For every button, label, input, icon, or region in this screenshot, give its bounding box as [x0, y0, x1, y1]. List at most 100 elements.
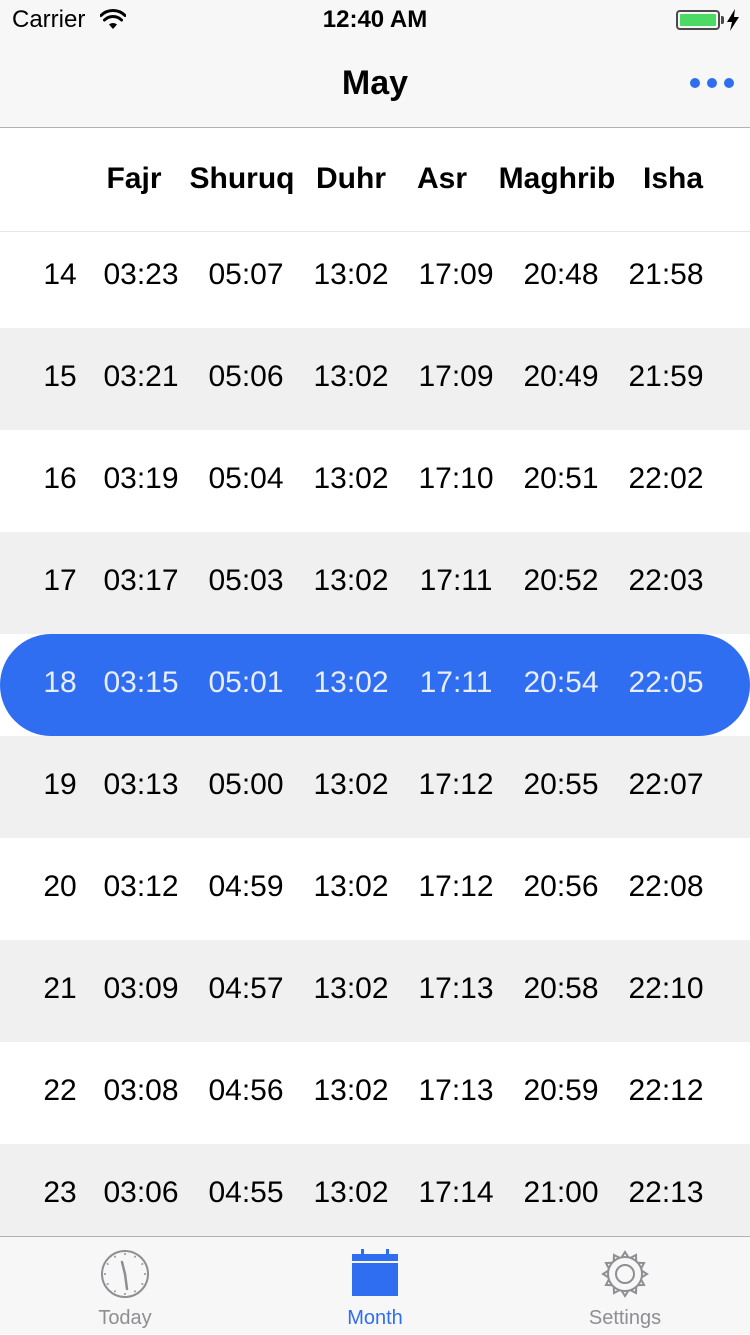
tab-label: Month — [347, 1307, 403, 1329]
time-shuruq: 05:03 — [208, 564, 284, 597]
gear-icon — [600, 1249, 650, 1299]
day-number: 17 — [43, 564, 77, 597]
time-asr: 17:09 — [418, 360, 494, 393]
time-asr: 17:11 — [419, 666, 493, 699]
time-maghrib: 20:49 — [523, 360, 599, 393]
time-duhr: 13:02 — [313, 666, 389, 699]
time-maghrib: 20:48 — [523, 258, 599, 291]
time-isha: 22:02 — [628, 462, 704, 495]
status-time: 12:40 AM — [322, 6, 428, 33]
table-row[interactable]: 20 03:12 04:59 13:02 17:12 20:56 22:08 — [0, 838, 750, 940]
time-duhr: 13:02 — [313, 972, 389, 1005]
day-number: 23 — [43, 1176, 77, 1209]
day-number: 21 — [43, 972, 77, 1005]
time-isha: 22:03 — [628, 564, 704, 597]
tab-label: Today — [98, 1307, 152, 1329]
time-asr: 17:14 — [418, 1176, 494, 1209]
table-row[interactable]: 14 03:23 05:07 13:02 17:09 20:48 21:58 — [0, 226, 750, 328]
time-shuruq: 05:01 — [208, 666, 284, 699]
tab-today[interactable]: Today — [0, 1237, 250, 1335]
table-row-selected[interactable]: 18 03:15 05:01 13:02 17:11 20:54 22:05 — [0, 634, 750, 736]
table-row[interactable]: 23 03:06 04:55 13:02 17:14 21:00 22:13 — [0, 1144, 750, 1236]
time-duhr: 13:02 — [313, 462, 389, 495]
time-duhr: 13:02 — [313, 564, 389, 597]
time-shuruq: 05:07 — [208, 258, 284, 291]
time-asr: 17:12 — [418, 870, 494, 903]
tab-label: Settings — [588, 1307, 662, 1329]
time-fajr: 03:09 — [103, 972, 179, 1005]
time-isha: 22:13 — [628, 1176, 704, 1209]
day-number: 16 — [43, 462, 77, 495]
time-shuruq: 04:57 — [208, 972, 284, 1005]
column-header: Fajr Shuruq Duhr Asr Maghrib Isha — [0, 128, 750, 232]
time-maghrib: 20:59 — [523, 1074, 599, 1107]
time-asr: 17:11 — [419, 564, 493, 597]
column-header-maghrib: Maghrib — [498, 162, 616, 195]
time-isha: 21:58 — [628, 258, 704, 291]
time-duhr: 13:02 — [313, 258, 389, 291]
day-number: 15 — [43, 360, 77, 393]
time-isha: 22:12 — [628, 1074, 704, 1107]
time-fajr: 03:21 — [103, 360, 179, 393]
time-duhr: 13:02 — [313, 870, 389, 903]
time-duhr: 13:02 — [313, 360, 389, 393]
time-duhr: 13:02 — [313, 1074, 389, 1107]
time-isha: 22:10 — [628, 972, 704, 1005]
table-row[interactable]: 21 03:09 04:57 13:02 17:13 20:58 22:10 — [0, 940, 750, 1042]
clock-icon — [100, 1249, 150, 1299]
table-row[interactable]: 22 03:08 04:56 13:02 17:13 20:59 22:12 — [0, 1042, 750, 1144]
time-maghrib: 20:55 — [523, 768, 599, 801]
column-header-fajr: Fajr — [106, 162, 162, 195]
time-fajr: 03:23 — [103, 258, 179, 291]
battery-tip — [721, 16, 724, 24]
battery-icon — [676, 10, 720, 30]
time-fajr: 03:19 — [103, 462, 179, 495]
time-isha: 22:05 — [628, 666, 704, 699]
time-fajr: 03:13 — [103, 768, 179, 801]
navigation-bar: May — [0, 40, 750, 128]
time-asr: 17:13 — [418, 972, 494, 1005]
column-header-shuruq: Shuruq — [189, 162, 295, 195]
table-row[interactable]: 17 03:17 05:03 13:02 17:11 20:52 22:03 — [0, 532, 750, 634]
time-shuruq: 04:55 — [208, 1176, 284, 1209]
time-fajr: 03:17 — [103, 564, 179, 597]
column-header-duhr: Duhr — [316, 162, 386, 195]
time-fajr: 03:15 — [103, 666, 179, 699]
time-duhr: 13:02 — [313, 1176, 389, 1209]
time-fajr: 03:08 — [103, 1074, 179, 1107]
day-number: 22 — [43, 1074, 77, 1107]
tab-settings[interactable]: Settings — [500, 1237, 750, 1335]
time-maghrib: 20:56 — [523, 870, 599, 903]
time-asr: 17:09 — [418, 258, 494, 291]
time-fajr: 03:12 — [103, 870, 179, 903]
time-isha: 21:59 — [628, 360, 704, 393]
prayer-times-table[interactable]: 14 03:23 05:07 13:02 17:09 20:48 21:58 15 03:21 0… — [0, 226, 750, 1236]
page-title: May — [341, 64, 409, 102]
time-maghrib: 20:51 — [523, 462, 599, 495]
table-row[interactable]: 19 03:13 05:00 13:02 17:12 20:55 22:07 — [0, 736, 750, 838]
time-asr: 17:10 — [418, 462, 494, 495]
time-shuruq: 05:00 — [208, 768, 284, 801]
column-header-isha: Isha — [642, 162, 704, 195]
day-number: 19 — [43, 768, 77, 801]
time-duhr: 13:02 — [313, 768, 389, 801]
day-number: 18 — [43, 666, 77, 699]
time-maghrib: 21:00 — [523, 1176, 599, 1209]
more-button[interactable] — [690, 68, 734, 100]
time-maghrib: 20:58 — [523, 972, 599, 1005]
time-isha: 22:08 — [628, 870, 704, 903]
time-maghrib: 20:54 — [523, 666, 599, 699]
status-bar: Carrier 12:40 AM — [0, 0, 750, 40]
day-number: 20 — [43, 870, 77, 903]
calendar-icon — [350, 1249, 400, 1299]
time-shuruq: 05:04 — [208, 462, 284, 495]
time-isha: 22:07 — [628, 768, 704, 801]
table-row[interactable]: 15 03:21 05:06 13:02 17:09 20:49 21:59 — [0, 328, 750, 430]
tab-month[interactable]: Month — [250, 1237, 500, 1335]
charging-bolt-icon — [727, 9, 739, 31]
day-number: 14 — [43, 258, 77, 291]
time-shuruq: 04:59 — [208, 870, 284, 903]
table-row[interactable]: 16 03:19 05:04 13:02 17:10 20:51 22:02 — [0, 430, 750, 532]
time-fajr: 03:06 — [103, 1176, 179, 1209]
time-maghrib: 20:52 — [523, 564, 599, 597]
